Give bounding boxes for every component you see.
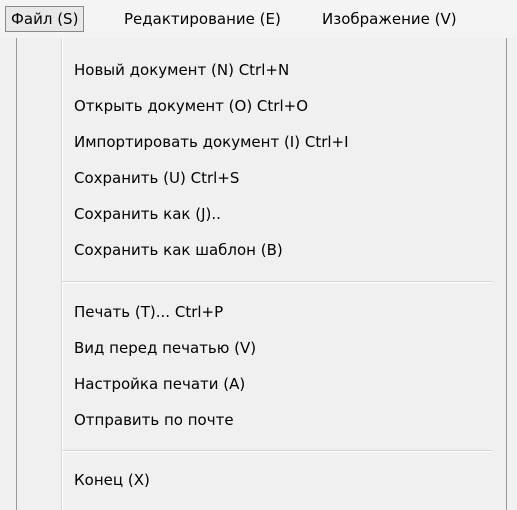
menu-item-send-by-mail[interactable]: Отправить по почте: [74, 406, 234, 434]
menu-item-new-document[interactable]: Новый документ (N) Ctrl+N: [74, 56, 289, 84]
menu-image[interactable]: Изображение (V): [322, 6, 457, 32]
menu-item-print-setup[interactable]: Настройка печати (A): [74, 370, 245, 398]
file-dropdown-menu: Новый документ (N) Ctrl+N Открыть докуме…: [0, 38, 517, 510]
menu-edit[interactable]: Редактирование (E): [124, 6, 281, 32]
menu-item-save-as-template[interactable]: Сохранить как шаблон (B): [74, 236, 283, 264]
menu-separator: [62, 450, 492, 452]
menu-bar: Файл (S) Редактирование (E) Изображение …: [0, 0, 517, 38]
menu-separator: [62, 281, 492, 283]
menu-item-print[interactable]: Печать (T)... Ctrl+P: [74, 298, 223, 326]
menu-file[interactable]: Файл (S): [5, 6, 85, 32]
menu-item-exit[interactable]: Конец (X): [74, 466, 150, 494]
menu-item-import-document[interactable]: Импортировать документ (I) Ctrl+I: [74, 128, 349, 156]
menu-item-print-preview[interactable]: Вид перед печатью (V): [74, 334, 256, 362]
menu-item-save[interactable]: Сохранить (U) Ctrl+S: [74, 164, 239, 192]
menu-item-open-document[interactable]: Открыть документ (O) Ctrl+O: [74, 92, 308, 120]
icon-gutter-divider-highlight: [62, 38, 63, 510]
menu-item-save-as[interactable]: Сохранить как (J)..: [74, 200, 221, 228]
